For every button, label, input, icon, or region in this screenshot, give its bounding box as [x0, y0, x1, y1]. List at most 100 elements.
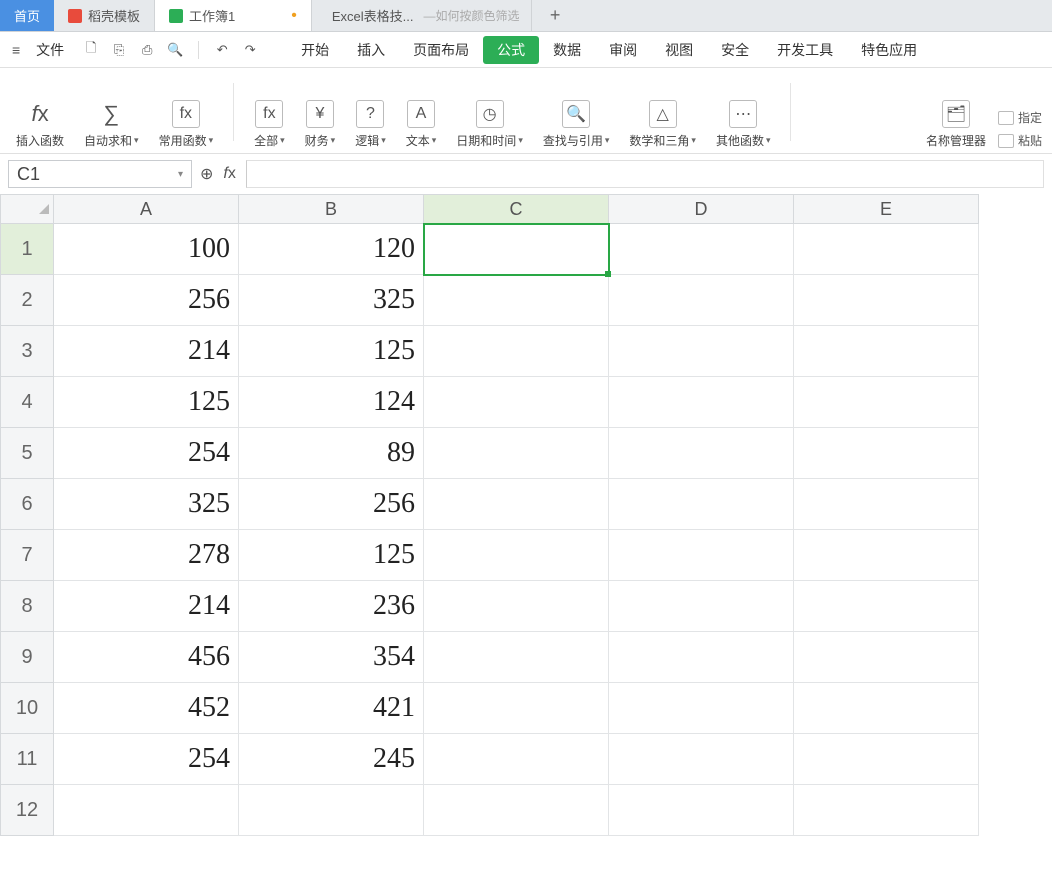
row-header-11[interactable]: 11 [0, 734, 54, 785]
new-tab-button[interactable]: + [532, 0, 579, 31]
ribbon-tab-1[interactable]: 插入 [343, 36, 399, 64]
ribbon-tab-0[interactable]: 开始 [287, 36, 343, 64]
row-header-4[interactable]: 4 [0, 377, 54, 428]
cell-C8[interactable] [424, 581, 609, 632]
cell-C4[interactable] [424, 377, 609, 428]
cell-A2[interactable]: 256 [54, 275, 239, 326]
cell-B6[interactable]: 256 [239, 479, 424, 530]
cell-B1[interactable]: 120 [239, 224, 424, 275]
cell-E8[interactable] [794, 581, 979, 632]
cell-C6[interactable] [424, 479, 609, 530]
cell-D10[interactable] [609, 683, 794, 734]
cell-B3[interactable]: 125 [239, 326, 424, 377]
tab-excel-tips[interactable]: Excel表格技... —如何按颜色筛选 ◻ ⁞ [312, 0, 532, 31]
ribbon-tab-9[interactable]: 特色应用 [847, 36, 931, 64]
cell-E1[interactable] [794, 224, 979, 275]
file-menu[interactable]: 文件 [30, 40, 70, 60]
row-header-3[interactable]: 3 [0, 326, 54, 377]
insert-function-button[interactable]: fx 插入函数 [10, 100, 70, 149]
name-manager-button[interactable]: 🗂 名称管理器 [920, 100, 992, 149]
cell-B8[interactable]: 236 [239, 581, 424, 632]
cell-D12[interactable] [609, 785, 794, 836]
formula-input[interactable] [246, 160, 1044, 188]
cell-B7[interactable]: 125 [239, 530, 424, 581]
cell-D5[interactable] [609, 428, 794, 479]
cell-A11[interactable]: 254 [54, 734, 239, 785]
ribbon-tab-8[interactable]: 开发工具 [763, 36, 847, 64]
cell-C11[interactable] [424, 734, 609, 785]
paste-name-button[interactable]: 粘贴 [998, 132, 1042, 149]
cell-C9[interactable] [424, 632, 609, 683]
column-header-A[interactable]: A [54, 194, 239, 224]
ribbon-tab-5[interactable]: 审阅 [595, 36, 651, 64]
column-header-D[interactable]: D [609, 194, 794, 224]
all-functions-button[interactable]: fx 全部▾ [248, 100, 291, 149]
cell-E3[interactable] [794, 326, 979, 377]
row-header-1[interactable]: 1 [0, 224, 54, 275]
row-header-6[interactable]: 6 [0, 479, 54, 530]
datetime-functions-button[interactable]: ◷ 日期和时间▾ [450, 100, 529, 149]
cell-D2[interactable] [609, 275, 794, 326]
hamburger-icon[interactable]: ≡ [8, 40, 24, 60]
autosum-button[interactable]: ∑ 自动求和▾ [78, 100, 145, 149]
cell-E10[interactable] [794, 683, 979, 734]
cell-A7[interactable]: 278 [54, 530, 239, 581]
cell-A8[interactable]: 214 [54, 581, 239, 632]
tab-workbook-1[interactable]: 工作簿1 • [155, 0, 312, 31]
cell-E4[interactable] [794, 377, 979, 428]
cell-B10[interactable]: 421 [239, 683, 424, 734]
cell-E11[interactable] [794, 734, 979, 785]
tab-templates[interactable]: 稻壳模板 [54, 0, 155, 31]
cell-D8[interactable] [609, 581, 794, 632]
column-header-C[interactable]: C [424, 194, 609, 224]
redo-icon[interactable]: ↷ [241, 41, 259, 59]
undo-icon[interactable]: ↶ [213, 41, 231, 59]
cell-C5[interactable] [424, 428, 609, 479]
column-header-B[interactable]: B [239, 194, 424, 224]
cell-E12[interactable] [794, 785, 979, 836]
column-header-E[interactable]: E [794, 194, 979, 224]
math-functions-button[interactable]: △ 数学和三角▾ [623, 100, 702, 149]
save-icon[interactable]: 🗋 [82, 41, 100, 59]
cell-A10[interactable]: 452 [54, 683, 239, 734]
cell-C1[interactable] [424, 224, 609, 275]
save-as-icon[interactable]: ⎘ [110, 41, 128, 59]
common-functions-button[interactable]: fx 常用函数▾ [153, 100, 220, 149]
row-header-5[interactable]: 5 [0, 428, 54, 479]
cell-C7[interactable] [424, 530, 609, 581]
fx-icon[interactable]: fx [223, 165, 235, 183]
cell-E5[interactable] [794, 428, 979, 479]
row-header-10[interactable]: 10 [0, 683, 54, 734]
row-header-9[interactable]: 9 [0, 632, 54, 683]
cell-C10[interactable] [424, 683, 609, 734]
cell-B4[interactable]: 124 [239, 377, 424, 428]
cell-C3[interactable] [424, 326, 609, 377]
cell-D4[interactable] [609, 377, 794, 428]
cell-A12[interactable] [54, 785, 239, 836]
cell-A9[interactable]: 456 [54, 632, 239, 683]
cell-E6[interactable] [794, 479, 979, 530]
cell-B11[interactable]: 245 [239, 734, 424, 785]
print-preview-icon[interactable]: 🔍 [166, 41, 184, 59]
cell-B9[interactable]: 354 [239, 632, 424, 683]
chevron-down-icon[interactable]: ▾ [178, 169, 183, 180]
ribbon-tab-6[interactable]: 视图 [651, 36, 707, 64]
cell-E9[interactable] [794, 632, 979, 683]
cell-A1[interactable]: 100 [54, 224, 239, 275]
ribbon-tab-3[interactable]: 公式 [483, 36, 539, 64]
ribbon-tab-7[interactable]: 安全 [707, 36, 763, 64]
lookup-functions-button[interactable]: 🔍 查找与引用▾ [537, 100, 616, 149]
cell-D9[interactable] [609, 632, 794, 683]
cell-D6[interactable] [609, 479, 794, 530]
tab-home[interactable]: 首页 [0, 0, 54, 31]
row-header-8[interactable]: 8 [0, 581, 54, 632]
cell-A6[interactable]: 325 [54, 479, 239, 530]
cell-D1[interactable] [609, 224, 794, 275]
cell-D7[interactable] [609, 530, 794, 581]
cell-B12[interactable] [239, 785, 424, 836]
row-header-2[interactable]: 2 [0, 275, 54, 326]
cell-E2[interactable] [794, 275, 979, 326]
ribbon-tab-4[interactable]: 数据 [539, 36, 595, 64]
row-header-7[interactable]: 7 [0, 530, 54, 581]
zoom-icon[interactable]: ⊕ [200, 164, 213, 184]
